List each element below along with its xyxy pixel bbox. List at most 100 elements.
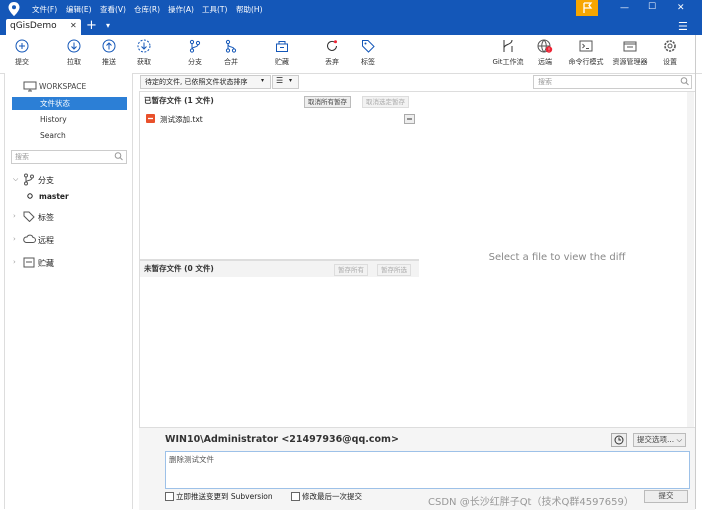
tab-list-chevron-icon[interactable]: ▾ xyxy=(106,21,110,30)
fetch-label: 获取 xyxy=(137,58,151,66)
chevron-down-icon[interactable]: ⌵ xyxy=(13,175,18,184)
diff-scrollbar[interactable] xyxy=(687,92,694,427)
gitflow-label: Git工作流 xyxy=(492,58,524,66)
menu-help[interactable]: 帮助(H) xyxy=(236,4,263,15)
commit-message-text: 删除测试文件 xyxy=(169,455,214,464)
unstaged-panel: 未暂存文件 (0 文件) 暂存所有 暂存所选 xyxy=(139,260,420,428)
gitflow-icon xyxy=(500,39,516,53)
menu-file[interactable]: 文件(F) xyxy=(32,4,57,15)
merge-label: 合并 xyxy=(224,58,238,66)
close-button[interactable]: ✕ xyxy=(677,3,685,13)
menu-edit[interactable]: 编辑(E) xyxy=(66,4,92,15)
gear-icon xyxy=(662,39,678,53)
menu-view[interactable]: 查看(V) xyxy=(100,4,126,15)
amend-checkbox[interactable] xyxy=(291,492,300,501)
explorer-button[interactable]: 资源管理器 xyxy=(609,39,651,67)
branch-label: 分支 xyxy=(188,58,202,66)
tag-button[interactable]: 标签 xyxy=(350,39,386,67)
sidebar-item-search[interactable]: Search xyxy=(12,129,127,142)
view-mode-dropdown[interactable]: ☰ ▾ xyxy=(272,75,299,89)
maximize-button[interactable]: ☐ xyxy=(648,2,656,12)
sidebar: WORKSPACE 文件状态 History Search 搜索 ⌵ 分支 ma… xyxy=(4,73,133,509)
push-label: 推送 xyxy=(102,58,116,66)
file-search-placeholder: 搜索 xyxy=(538,78,552,86)
push-checkbox[interactable] xyxy=(165,492,174,501)
commit-label: 提交 xyxy=(15,58,29,66)
unstage-file-icon[interactable] xyxy=(404,114,415,124)
settings-button[interactable]: 设置 xyxy=(652,39,688,67)
flag-icon[interactable] xyxy=(576,0,598,16)
commit-history-button[interactable] xyxy=(611,433,627,447)
cloud-icon xyxy=(23,234,36,246)
stash-icon xyxy=(274,39,290,53)
push-checkbox-label: 立即推送变更到 Subversion xyxy=(176,492,273,501)
remote-button[interactable]: ! 远端 xyxy=(527,39,563,67)
sidebar-item-history[interactable]: History xyxy=(12,113,127,126)
sidebar-branch-master[interactable]: master xyxy=(39,192,69,201)
remote-label: 远端 xyxy=(538,58,552,66)
file-row[interactable]: 测试添加.txt xyxy=(140,112,417,125)
push-button[interactable]: 推送 xyxy=(91,39,127,67)
sidebar-item-file-status[interactable]: 文件状态 xyxy=(12,97,127,110)
stash-button[interactable]: 贮藏 xyxy=(264,39,300,67)
sidebar-tags-label[interactable]: 标签 xyxy=(38,212,54,223)
folder-icon xyxy=(622,39,638,53)
discard-label: 丢弃 xyxy=(325,58,339,66)
arrow-down-circle-icon xyxy=(66,39,82,53)
csdn-watermark: CSDN @长沙红胖子Qt（技术Q群4597659） xyxy=(428,497,634,508)
branch-button[interactable]: 分支 xyxy=(177,39,213,67)
current-branch-circle-icon xyxy=(27,192,33,201)
tab-repo[interactable]: qGisDemo ✕ xyxy=(6,19,81,35)
unstage-all-button[interactable]: 取消所有暂存 xyxy=(304,96,351,108)
gitflow-button[interactable]: Git工作流 xyxy=(487,39,529,67)
commit-submit-button[interactable]: 提交 xyxy=(644,490,688,503)
tag-icon xyxy=(23,211,35,224)
chevron-down-icon: ▾ xyxy=(289,77,293,84)
arrow-up-circle-icon xyxy=(101,39,117,53)
stash-label: 贮藏 xyxy=(275,58,289,66)
terminal-button[interactable]: 命令行模式 xyxy=(564,39,608,67)
chevron-right-icon[interactable]: › xyxy=(13,212,16,220)
menu-repository[interactable]: 仓库(R) xyxy=(134,4,160,15)
branch-icon xyxy=(187,39,203,53)
chevron-right-icon[interactable]: › xyxy=(13,258,16,266)
sidebar-remotes-label[interactable]: 远程 xyxy=(38,235,54,246)
sidebar-branches-label[interactable]: 分支 xyxy=(38,175,54,186)
commit-button[interactable]: 提交 xyxy=(4,39,40,67)
file-filter-dropdown[interactable]: 待定的文件, 已依照文件状态排序 ▾ xyxy=(140,75,271,89)
branch-icon xyxy=(23,173,35,188)
menu-tools[interactable]: 工具(T) xyxy=(202,4,227,15)
commit-options-dropdown[interactable]: 提交选项... ⌵ xyxy=(633,433,687,447)
stage-all-button[interactable]: 暂存所有 xyxy=(334,264,368,276)
tab-bar: qGisDemo ✕ + ▾ ☰ xyxy=(0,18,702,35)
chevron-right-icon[interactable]: › xyxy=(13,235,16,243)
explorer-label: 资源管理器 xyxy=(612,58,648,66)
commit-options-label: 提交选项... xyxy=(637,435,675,444)
merge-button[interactable]: 合并 xyxy=(213,39,249,67)
terminal-icon xyxy=(578,39,594,53)
file-search-input[interactable]: 搜索 xyxy=(533,75,692,89)
sidebar-stashes-label[interactable]: 贮藏 xyxy=(38,258,54,269)
fetch-circle-icon xyxy=(136,39,152,53)
tab-title: qGisDemo xyxy=(10,21,57,31)
minimize-button[interactable]: — xyxy=(620,3,629,13)
discard-button[interactable]: 丢弃 xyxy=(314,39,350,67)
pull-button[interactable]: 拉取 xyxy=(56,39,92,67)
title-bar: 文件(F) 编辑(E) 查看(V) 仓库(R) 操作(A) 工具(T) 帮助(H… xyxy=(0,0,702,18)
tab-close-icon[interactable]: ✕ xyxy=(70,21,77,30)
globe-icon: ! xyxy=(537,39,553,54)
app-logo-icon xyxy=(8,2,20,16)
commit-message-input[interactable]: 删除测试文件 xyxy=(165,451,690,489)
search-icon xyxy=(680,76,690,88)
new-tab-icon[interactable]: + xyxy=(86,18,97,33)
hamburger-menu-icon[interactable]: ☰ xyxy=(678,20,688,33)
menu-actions[interactable]: 操作(A) xyxy=(168,4,194,15)
search-icon xyxy=(114,151,124,163)
stage-selected-button[interactable]: 暂存所选 xyxy=(377,264,411,276)
window-right-border xyxy=(695,35,696,509)
fetch-button[interactable]: 获取 xyxy=(126,39,162,67)
sidebar-search-input[interactable]: 搜索 xyxy=(11,150,127,164)
unstage-selected-button[interactable]: 取消选定暂存 xyxy=(362,96,409,108)
file-filter-label: 待定的文件, 已依照文件状态排序 xyxy=(145,78,248,86)
settings-label: 设置 xyxy=(663,58,677,66)
